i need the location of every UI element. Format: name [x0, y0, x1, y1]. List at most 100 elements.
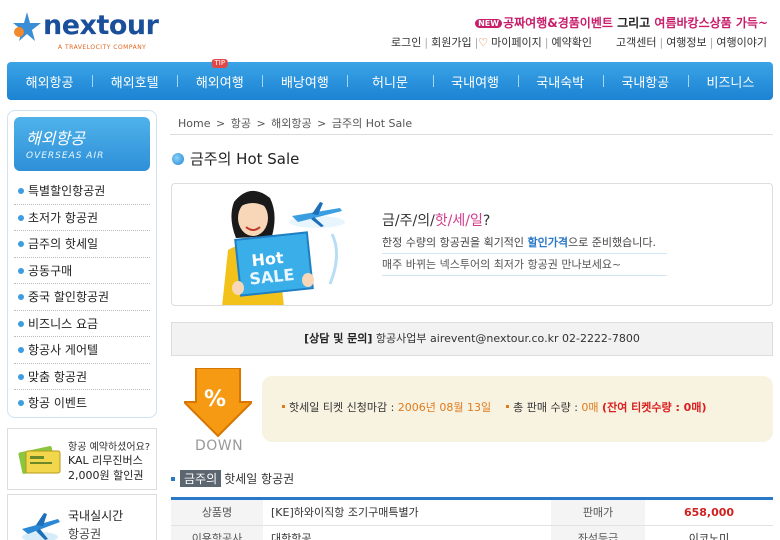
new-badge: NEW	[475, 19, 503, 28]
logo-subtitle: A TRAVELOCITY COMPANY	[58, 44, 147, 51]
promo-event-text: 공짜여행&경품이벤트	[503, 16, 613, 30]
bullet-icon	[282, 405, 285, 408]
hot-sale-banner: Hot SALE 금/주/의/핫/세/일? 한정 수량의 항공권을 획기적인 할…	[171, 183, 773, 306]
sidebar-item-lowest-price[interactable]: 초저가 항공권	[14, 205, 150, 231]
sidebar-item-air-event[interactable]: 항공 이벤트	[14, 390, 150, 417]
seat-class: 이코노미	[688, 532, 730, 540]
breadcrumb: Home > 항공 > 해외항공 > 금주의 Hot Sale	[177, 115, 413, 131]
product-name[interactable]: [KE]하와이직항 조기구매특별가	[263, 500, 551, 525]
sidebar-title: 해외항공 OVERSEAS AIR	[14, 117, 150, 171]
breadcrumb-current: 금주의 Hot Sale	[331, 117, 413, 130]
remaining-quantity: (잔여 티켓수량 : 0매)	[602, 401, 707, 414]
sidebar-menu: 특별할인항공권 초저가 항공권 금주의 핫세일 공동구매 중국 할인항공권 비즈…	[14, 178, 150, 417]
sale-info-box: 핫세일 티켓 신청마감 : 2006년 08월 13일 총 판매 수량 : 0매…	[262, 376, 773, 442]
sidebar-item-air-hotel[interactable]: 항공사 게어텔	[14, 337, 150, 364]
contact-info: [상담 및 문의] 항공사업부 airevent@nextour.co.kr 0…	[171, 322, 773, 356]
nav-overseas-hotel[interactable]: 해외호텔	[92, 72, 177, 91]
ad2-line2: 항공권	[68, 527, 102, 540]
bullet-icon	[506, 405, 510, 408]
banner-title: 금/주/의/핫/세/일?	[382, 210, 490, 230]
top-links: 로그인 | 회원가입 |♡ 마이페이지 | 예약확인 고객센터 | 여행정보 | 여행이야기	[388, 34, 770, 50]
breadcrumb-air[interactable]: 항공	[230, 117, 252, 130]
promo-vacation-text: 여름바캉스상품 가득~	[654, 16, 768, 30]
limousine-coupon-ad[interactable]: 항공 예약하셨어요? KAL 리무진버스 2,000원 할인권	[7, 428, 157, 490]
sidebar-item-custom-ticket[interactable]: 맞춤 항공권	[14, 364, 150, 390]
ad1-line1: 항공 예약하셨어요?	[68, 442, 151, 453]
banner-description-2: 매주 바뀌는 넥스투어의 최저가 항공권 만나보세요~	[382, 256, 667, 276]
airline-name: 대한항공	[271, 532, 312, 540]
section-tag: 금주의	[180, 470, 222, 487]
breadcrumb-sep: >	[215, 117, 226, 130]
travel-info-link[interactable]: 여행정보	[663, 36, 709, 49]
heart-icon: ♡	[478, 36, 489, 49]
nav-honeymoon[interactable]: 허니문	[347, 72, 432, 91]
table-row: 이용항공사 대한항공 좌석등급 이코노미	[171, 526, 773, 540]
sidebar-item-label: 중국 할인항공권	[28, 290, 110, 304]
signup-link[interactable]: 회원가입	[428, 36, 474, 49]
reservation-check-link[interactable]: 예약확인	[549, 36, 595, 49]
bullet-icon	[18, 373, 24, 380]
mypage-link[interactable]: 마이페이지	[488, 36, 545, 49]
sidebar-item-hot-sale[interactable]: 금주의 핫세일	[14, 231, 150, 258]
banner-title-part-a: 금/주/의/	[382, 213, 435, 229]
sidebar-item-label: 맞춤 항공권	[28, 369, 88, 384]
bullet-icon	[18, 214, 24, 221]
page-title: 금주의 Hot Sale	[172, 148, 299, 169]
title-bullet-icon	[172, 153, 184, 165]
sidebar-title-ko: 해외항공	[26, 129, 85, 148]
deadline-value: 2006년 08월 13일	[397, 401, 492, 414]
nav-overseas-travel-label: 해외여행	[195, 75, 244, 91]
sidebar-item-group-buy[interactable]: 공동구매	[14, 258, 150, 284]
quantity-label: 총 판매 수량 :	[513, 401, 578, 414]
logo-text: nextour	[43, 10, 159, 41]
sidebar-item-china-discount[interactable]: 중국 할인항공권	[14, 284, 150, 311]
hot-sale-table: 상품명 [KE]하와이직항 조기구매특별가 판매가 658,000 이용항공사 …	[171, 497, 773, 540]
sidebar-item-business-fare[interactable]: 비즈니스 요금	[14, 311, 150, 337]
nav-domestic-lodging[interactable]: 국내숙박	[517, 72, 603, 91]
breadcrumb-sep: >	[256, 117, 266, 130]
table-label: 좌석등급	[551, 526, 645, 540]
sidebar-item-label: 공동구매	[28, 263, 73, 278]
banner-desc1-b: 할인가격	[527, 236, 569, 249]
bullet-icon	[18, 347, 24, 353]
sidebar-item-label: 비즈니스 요금	[28, 316, 99, 331]
nav-domestic-air[interactable]: 국내항공	[602, 72, 688, 91]
promo-mid-text: 그리고	[617, 16, 651, 30]
sidebar-menu-box: 해외항공 OVERSEAS AIR 특별할인항공권 초저가 항공권 금주의 핫세…	[7, 110, 157, 418]
promo-banner[interactable]: NEW 공짜여행&경품이벤트 그리고 여름바캉스상품 가득~	[475, 14, 768, 31]
sale-price: 658,000	[683, 506, 735, 519]
bullet-icon	[18, 400, 24, 406]
ad1-line2: KAL 리무진버스	[68, 454, 143, 467]
nav-overseas-air[interactable]: 해외항공	[7, 72, 92, 91]
sidebar-title-en: OVERSEAS AIR	[26, 151, 105, 161]
contact-text[interactable]: 항공사업부 airevent@nextour.co.kr 02-2222-780…	[376, 332, 640, 345]
bullet-icon	[18, 294, 24, 300]
table-label: 판매가	[551, 500, 645, 525]
ad1-line3: 2,000원 할인권	[68, 469, 144, 482]
banner-desc1-a: 한정 수량의 항공권을 획기적인	[382, 236, 528, 249]
breadcrumb-overseas-air[interactable]: 해외항공	[270, 117, 312, 130]
section-title: 금주의 핫세일 항공권	[171, 470, 294, 487]
table-label: 상품명	[171, 500, 263, 525]
sidebar-item-label: 항공 이벤트	[28, 396, 88, 410]
page-title-text: 금주의 Hot Sale	[190, 150, 300, 168]
breadcrumb-home[interactable]: Home	[177, 117, 211, 130]
nav-business[interactable]: 비즈니스	[687, 72, 773, 91]
sidebar-item-label: 금주의 핫세일	[28, 237, 99, 251]
header: nextour A TRAVELOCITY COMPANY NEW 공짜여행&경품…	[0, 0, 780, 58]
sidebar-item-special-discount[interactable]: 특별할인항공권	[14, 178, 150, 205]
travel-story-link[interactable]: 여행이야기	[713, 36, 770, 49]
login-link[interactable]: 로그인	[388, 36, 424, 49]
nextour-logo[interactable]: nextour A TRAVELOCITY COMPANY	[10, 8, 160, 52]
bullet-icon	[18, 267, 24, 274]
banner-title-part-b: 핫/세/일	[434, 213, 483, 229]
deadline-label: 핫세일 티켓 신청마감 :	[289, 401, 395, 414]
tip-badge: TIP	[211, 58, 229, 68]
customer-center-link[interactable]: 고객센터	[613, 36, 659, 49]
nav-domestic-travel[interactable]: 국내여행	[432, 72, 518, 91]
table-row: 상품명 [KE]하와이직항 조기구매특별가 판매가 658,000	[171, 500, 773, 526]
down-label: DOWN	[195, 438, 244, 454]
domestic-realtime-ad[interactable]: 국내실시간 항공권	[7, 494, 157, 540]
nav-overseas-travel[interactable]: TIP 해외여행	[177, 58, 262, 91]
nav-backpacking[interactable]: 배낭여행	[262, 72, 347, 91]
